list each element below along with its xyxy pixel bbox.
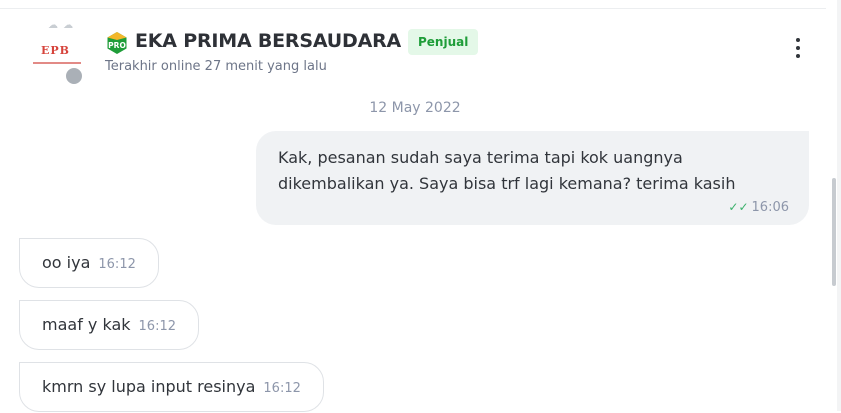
message-time: 16:12: [98, 257, 136, 272]
outgoing-message[interactable]: Kak, pesanan sudah saya terima tapi kok …: [256, 131, 809, 225]
more-vertical-icon-dot: [796, 46, 800, 50]
incoming-message[interactable]: maaf y kak 16:12: [19, 300, 199, 350]
pane-edge: [837, 0, 841, 411]
avatar-logo-underline: [33, 62, 81, 64]
date-separator: 12 May 2022: [369, 100, 461, 116]
chat-header: ☁ ☁ EPB PRO EKA PRIMA BERSAUDARA Penjual…: [0, 0, 836, 96]
avatar[interactable]: ☁ ☁ EPB: [30, 20, 86, 86]
offline-status-dot: [64, 66, 84, 86]
pro-badge-icon: PRO: [107, 32, 127, 54]
message-text: Kak, pesanan sudah saya terima tapi kok …: [278, 148, 736, 193]
more-vertical-icon: [796, 38, 800, 42]
message-time: 16:06: [751, 200, 789, 215]
more-options-button[interactable]: [788, 38, 808, 68]
pro-badge-label: PRO: [108, 41, 126, 50]
incoming-message[interactable]: kmrn sy lupa input resinya 16:12: [19, 362, 324, 412]
cloud-icon: ☁ ☁: [48, 20, 75, 31]
shop-name[interactable]: EKA PRIMA BERSAUDARA: [135, 30, 401, 52]
last-online-status: Terakhir online 27 menit yang lalu: [105, 59, 327, 74]
message-time: 16:12: [263, 381, 301, 396]
avatar-logo-text: EPB: [41, 44, 70, 57]
message-time: 16:12: [138, 319, 176, 334]
more-vertical-icon-dot: [796, 54, 800, 58]
message-text: oo iya: [42, 253, 91, 272]
incoming-message[interactable]: oo iya 16:12: [19, 238, 159, 288]
message-meta: ✓✓ 16:06: [728, 200, 789, 215]
seller-badge: Penjual: [408, 29, 479, 55]
scrollbar[interactable]: [832, 178, 836, 286]
double-check-icon: ✓✓: [728, 200, 749, 214]
message-text: maaf y kak: [42, 315, 131, 334]
message-text: kmrn sy lupa input resinya: [42, 377, 256, 396]
